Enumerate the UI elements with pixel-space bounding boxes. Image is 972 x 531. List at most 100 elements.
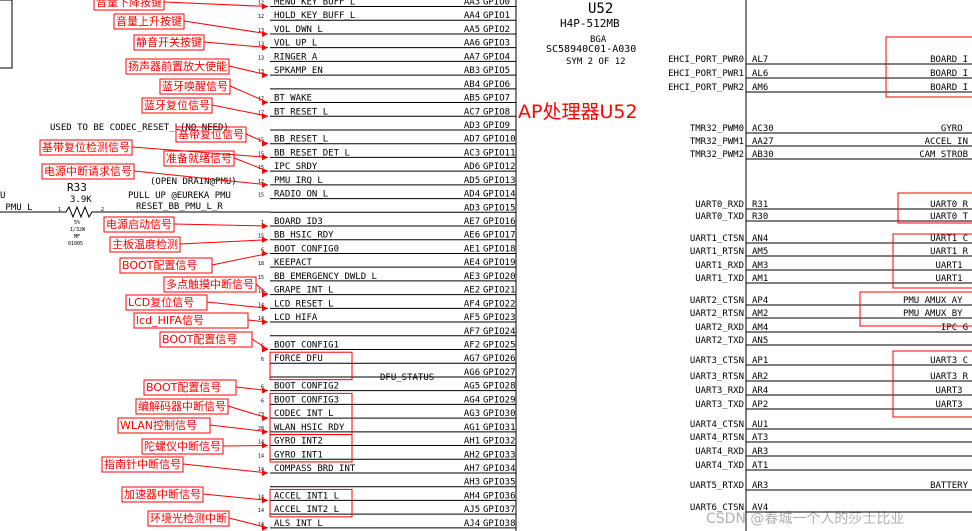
pin-gpio-label: GPIO20 (483, 272, 516, 282)
pin-gpio-label: GPIO0 (483, 0, 510, 8)
annotation-arrowhead (262, 524, 268, 531)
pin-gpio-label: GPIO35 (483, 478, 516, 488)
annotation-arrow (179, 239, 269, 245)
annotation-label: 电源启动信号 (106, 217, 172, 231)
left-pin-row: AH3 GPIO35 (270, 478, 516, 488)
annotation-arrowhead (262, 469, 268, 476)
pin-net-label: BOOT_CONFIG0 (274, 244, 339, 254)
pin-gpio-label: GPIO31 (483, 423, 516, 433)
left-pin-row: GRAPE_INT_L AE2 GPIO2114 (258, 286, 516, 296)
pin-ball-label: AA4 (464, 11, 480, 21)
pin-ball-label: AE1 (464, 244, 480, 254)
left-pin-row: GYRO_INT1 AH2 GPIO33 14 (258, 450, 516, 460)
annotation-label: 基带复位信号 (178, 127, 244, 141)
chip-number: SC58940C01-A030 (546, 44, 636, 55)
pin-ball-label: AH4 (464, 491, 480, 501)
pin-net-label: PMU_IRQ_L (274, 176, 323, 186)
pin-ball-label: AA5 (464, 25, 480, 35)
pin-net-label: BT_WAKE (274, 94, 312, 104)
annotation-label: 音量下降按键 (96, 0, 162, 9)
left-pin-row: GYRO_INT2 AH1 GPIO3214 (258, 437, 516, 447)
pin-ball-label: AB4 (464, 80, 480, 90)
pin-page-ref: 14 (258, 508, 264, 514)
pin-gpio-label: GPIO26 (483, 354, 516, 364)
right-pin-name: UART1_TXD (695, 274, 744, 284)
pin-gpio-label: GPIO6 (483, 80, 510, 90)
left-pin-row: BOOT_CONFIG0 AE1 GPIO186 (261, 244, 516, 254)
pin-page-ref: 15 (258, 275, 264, 281)
annotation-callout: BOOT配置信号 (143, 379, 269, 396)
left-pin-row: AF7 GPIO24 (270, 327, 516, 337)
chip-title-annotation: AP处理器U52 (518, 101, 638, 123)
pin-gpio-label: GPIO14 (483, 190, 516, 200)
pin-gpio-label: GPIO30 (483, 409, 516, 419)
right-net-label: UART0_R (930, 200, 969, 210)
pin-page-ref: 14 (258, 453, 264, 459)
right-net-label: UART1_ (935, 261, 968, 271)
right-pin-row: TMR32_PWM2 AB30 CAM_STROB (690, 150, 972, 160)
annotation-label: 音量上升按键 (116, 14, 182, 28)
pin-net-label: CODEC_INT_L (274, 409, 334, 419)
pin-net-label: BB_RESET_DET_L (274, 148, 350, 158)
annotation-arrowhead (262, 72, 268, 79)
pin-ball-label: AD6 (464, 162, 480, 172)
pin-ball-label: AE7 (464, 217, 480, 227)
annotation-arrowhead (262, 140, 268, 147)
right-pin-name: UART3_RXD (695, 386, 744, 396)
schematic-canvas: U52 H4P-512MB BGA SC58940C01-A030 SYM 2 … (0, 0, 972, 531)
left-pin-row: BB_RESET_LAD7GPIO1015 (258, 135, 516, 145)
pin-net-label: GRAPE_INT_L (274, 286, 334, 296)
annotation-callout: LCD复位信号 (125, 294, 269, 312)
right-pin-row: UART3_CTSN AP1 UART3_C (690, 356, 972, 366)
pin-ball-label: AJ4 (464, 519, 480, 529)
annotation-label: BOOT配置信号 (146, 381, 221, 394)
right-net-label: GYRO_ (941, 124, 969, 134)
right-pin-name: TMR32_PWM1 (690, 137, 744, 147)
pin-ball-label: AD4 (464, 190, 480, 200)
right-pin-row: UART2_RXD AM4 IPC_G (695, 323, 972, 333)
right-pin-row: EHCI_PORT_PWR1 AL6 BOARD_I (668, 69, 972, 79)
pin-net-label: BB_EMERGENCY_DWLD_L (274, 272, 377, 282)
right-pin-row: UART2_CTSN AP4 PMU_AMUX_AY_ (690, 296, 972, 306)
pin-ball-label: AG7 (464, 354, 480, 364)
right-pin-name: UART3_TXD (695, 400, 744, 410)
pin-ball-label: AD3 (464, 203, 480, 213)
pin-net-label: VOL_DWN_L (274, 25, 323, 35)
annotation-arrow (173, 223, 269, 227)
annotation-arrowhead (262, 428, 268, 435)
left-pin-row: CODEC_INT_L AG3 GPIO3023 (258, 409, 516, 419)
pin-ball-label: AA3 (464, 0, 480, 8)
pin-net-label: COMPASS_BRD_INT (274, 464, 356, 474)
annotation-label: 陀螺仪中断信号 (144, 439, 221, 453)
chip-sym: SYM 2 OF 12 (566, 57, 626, 67)
chip-ref: U52 (588, 1, 613, 17)
right-pin-row: EHCI_PORT_PWR2 AM6 BOARD_I (668, 83, 972, 93)
annotation-callout: 扬声器前置放大使能 (125, 58, 269, 79)
pin-gpio-label: GPIO3 (483, 39, 510, 49)
annotation-arrowhead (262, 442, 268, 449)
pin-gpio-label: GPIO36 (483, 491, 516, 501)
right-pin-row: UART1_TXD AM1 UART1_ (695, 274, 972, 284)
annotation-arrowhead (262, 305, 268, 312)
annotation-callout: 指南针中断信号 (101, 456, 269, 476)
pin-gpio-label: GPIO18 (483, 244, 516, 254)
pin-net-label: RADIO_ON_L (274, 190, 328, 200)
right-pin-name: TMR32_PWM0 (690, 124, 744, 134)
annotation-callout: lcd_HIFA信号 (133, 312, 269, 329)
watermark: CSDN @春城一个人的莎士比亚 (706, 511, 904, 527)
pin-ball-label: AC3 (464, 148, 480, 158)
pin-ball-label: AH2 (464, 450, 480, 460)
right-net-label: UART1_ (935, 274, 968, 284)
pin-net-label: BOOT_CONFIG1 (274, 341, 339, 351)
right-pin-row: UART6_CTSN AV4 (690, 503, 972, 513)
annotation-arrowhead (262, 236, 268, 243)
pin-gpio-label: GPIO1 (483, 11, 510, 21)
pin-gpio-label: GPIO4 (483, 52, 510, 62)
left-pin-row: BOARD_ID3 AE7 GPIO161 (261, 217, 516, 227)
left-pin-row: PMU_IRQ_L AD5 GPIO1312 (258, 176, 516, 186)
right-pin-row: TMR32_PWM1 AA27 ACCEL_IN (690, 137, 972, 147)
left-pin-row: VOL_DWN_L AA5 GPIO213 (258, 25, 516, 35)
pull-up-note: PULL UP @EUREKA PMU (128, 191, 231, 201)
left-pin-row: LCD_HIFA AF5 GPIO2314 (258, 313, 516, 323)
right-net-label: UART3_ (935, 386, 968, 396)
